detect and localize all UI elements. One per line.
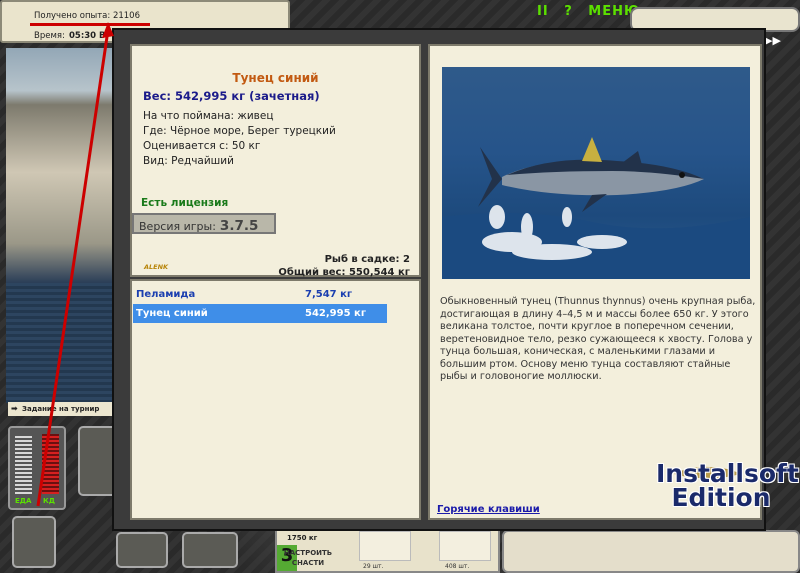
bottom-right-panel (502, 530, 800, 573)
time-label: Время: (34, 31, 65, 41)
backpack-slot[interactable] (12, 516, 56, 568)
experience-highlight (30, 23, 150, 26)
tackle-count: 408 шт. (445, 563, 470, 570)
inventory-slot[interactable] (116, 532, 168, 568)
total-weight: Общий вес: 550,544 кг (278, 267, 410, 278)
list-item[interactable]: Пеламида 7,547 кг (133, 285, 387, 304)
food-gauge (15, 434, 32, 494)
tuna-photo (442, 67, 750, 279)
water (6, 283, 114, 403)
watermark-line-2: Edition (671, 483, 771, 512)
fish-weight: Вес: 542,995 кг (зачетная) (143, 89, 320, 103)
version-label: Версия игры: (139, 220, 216, 233)
catch-dialog: Тунец синий Вес: 542,995 кг (зачетная) Н… (112, 28, 766, 531)
hotkeys-link[interactable]: Горячие клавиши (437, 504, 540, 515)
pause-button[interactable]: II (537, 4, 549, 19)
tackle-item[interactable] (439, 531, 491, 561)
fish-kind: Вид: Редчайший (143, 155, 234, 167)
gauges-panel: ЕДА КД (8, 426, 66, 510)
fish-rated-from: Оценивается с: 50 кг (143, 140, 261, 152)
time-value: 05:30 В (69, 31, 106, 41)
kd-gauge (42, 434, 59, 494)
game-version: Версия игры: 3.7.5 (132, 213, 276, 234)
experience-label: Получено опыта: 21106 (34, 11, 141, 21)
cage-count: Рыб в садке: 2 (324, 254, 410, 265)
fish-name: Тунец синий (232, 71, 319, 85)
inventory-slot[interactable] (182, 532, 238, 568)
watermark: Installsoft Edition (656, 461, 799, 512)
fish-bait: На что поймана: живец (143, 110, 274, 122)
fish-place: Где: Чёрное море, Берег турецкий (143, 125, 336, 137)
tackle-panel: 3 1750 кг НАСТРОИТЬ СНАСТИ 29 шт. 408 шт… (275, 527, 500, 573)
license-status: Есть лицензия (141, 197, 229, 209)
tournament-task-button[interactable]: ➡ Задание на турнир (8, 402, 115, 416)
list-item-weight: 542,995 кг (305, 308, 367, 319)
setup-tackle-button[interactable]: НАСТРОИТЬ СНАСТИ (283, 548, 333, 568)
list-item-weight: 7,547 кг (305, 289, 353, 300)
tackle-count: 29 шт. (363, 563, 384, 570)
version-number: 3.7.5 (219, 218, 259, 234)
fishing-scene (6, 48, 114, 403)
tackle-item[interactable] (359, 531, 411, 561)
kd-gauge-label: КД (43, 497, 55, 505)
help-button[interactable]: ? (564, 4, 573, 19)
fish-info-panel: Тунец синий Вес: 542,995 кг (зачетная) Н… (130, 44, 421, 278)
fish-description-panel: Обыкновенный тунец (Thunnus thynnus) оче… (428, 44, 762, 520)
author-logo: ALENK (144, 263, 169, 271)
list-item-name: Пеламида (136, 289, 196, 300)
skip-button[interactable]: ▶▶ (764, 34, 781, 47)
tuna-image (442, 137, 750, 279)
food-gauge-label: ЕДА (15, 497, 32, 505)
arrow-right-icon: ➡ (11, 404, 18, 413)
list-item-selected[interactable]: Тунец синий 542,995 кг (133, 304, 387, 323)
fish-description: Обыкновенный тунец (Thunnus thynnus) оче… (440, 296, 756, 382)
tackle-weight: 1750 кг (287, 534, 318, 542)
catch-list: Пеламида 7,547 кг Тунец синий 542,995 кг (130, 279, 421, 520)
list-item-name: Тунец синий (136, 308, 208, 319)
tournament-task-label: Задание на турнир (22, 405, 100, 413)
